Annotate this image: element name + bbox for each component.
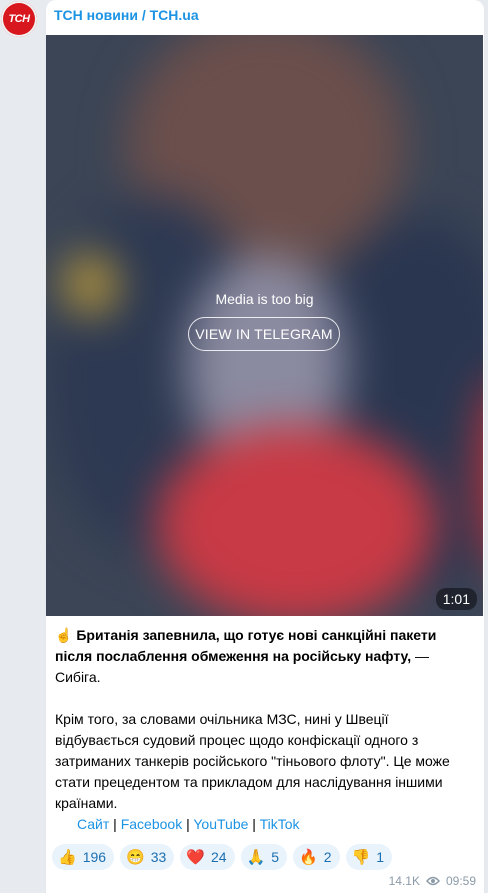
reaction-count: 1: [376, 849, 385, 865]
view-in-telegram-button[interactable]: VIEW IN TELEGRAM: [188, 317, 340, 351]
reaction-heart[interactable]: ❤️ 24: [180, 844, 235, 870]
post-paragraph: Крім того, за словами очільника МЗС, нин…: [55, 711, 450, 811]
reaction-thumbs-down[interactable]: 👎 1: [345, 844, 393, 870]
thumbs-down-icon: 👎: [351, 849, 371, 866]
view-count: 14.1K: [388, 874, 420, 888]
reaction-fire[interactable]: 🔥 2: [293, 844, 340, 870]
eye-icon: [426, 876, 440, 886]
post-text: ☝️ Британія запевнила, що готує нові сан…: [55, 625, 475, 814]
fire-icon: 🔥: [299, 849, 318, 866]
pointing-up-icon: ☝️: [55, 627, 73, 643]
reaction-count: 5: [271, 849, 280, 865]
reaction-grin[interactable]: 😁 33: [120, 844, 175, 870]
reaction-count: 24: [211, 849, 227, 865]
link-separator: |: [248, 816, 260, 832]
headline-bold: Британія запевнила, що готує нові санкці…: [55, 627, 437, 664]
message-time: 09:59: [445, 874, 476, 888]
reaction-count: 196: [82, 849, 107, 865]
channel-name[interactable]: ТСН новини / ТСН.ua: [54, 7, 199, 23]
grin-icon: 😁: [126, 849, 145, 866]
pray-icon: 🙏: [246, 849, 266, 866]
channel-avatar[interactable]: ТСН: [1, 1, 37, 37]
reaction-count: 33: [150, 849, 167, 865]
reaction-count: 2: [323, 849, 332, 865]
thumbs-up-icon: 👍: [58, 849, 77, 866]
link-tiktok[interactable]: TikTok: [260, 816, 300, 832]
link-separator: |: [182, 816, 194, 832]
message-meta: 14.1K 09:59: [389, 874, 476, 888]
message-bubble: ТСН новини / ТСН.ua Media is too big VIE…: [46, 0, 484, 893]
media-too-big-message: Media is too big: [215, 291, 314, 307]
reactions-bar: 👍 196 😁 33 ❤️ 24 🙏 5 🔥 2 👎 1: [52, 844, 393, 870]
avatar-text: ТСН: [8, 13, 30, 25]
link-youtube[interactable]: YouTube: [193, 816, 248, 832]
link-site[interactable]: Сайт: [77, 816, 109, 832]
reaction-pray[interactable]: 🙏 5: [240, 844, 288, 870]
heart-icon: ❤️: [186, 849, 205, 866]
video-duration: 1:01: [435, 588, 477, 610]
post-headline: ☝️ Британія запевнила, що готує нові сан…: [55, 625, 475, 688]
reaction-thumbs-up[interactable]: 👍 196: [52, 844, 115, 870]
social-links: Сайт | Facebook | YouTube | TikTok: [77, 816, 300, 832]
link-separator: |: [109, 816, 121, 832]
link-facebook[interactable]: Facebook: [121, 816, 182, 832]
video-preview[interactable]: Media is too big VIEW IN TELEGRAM 1:01: [46, 35, 483, 616]
